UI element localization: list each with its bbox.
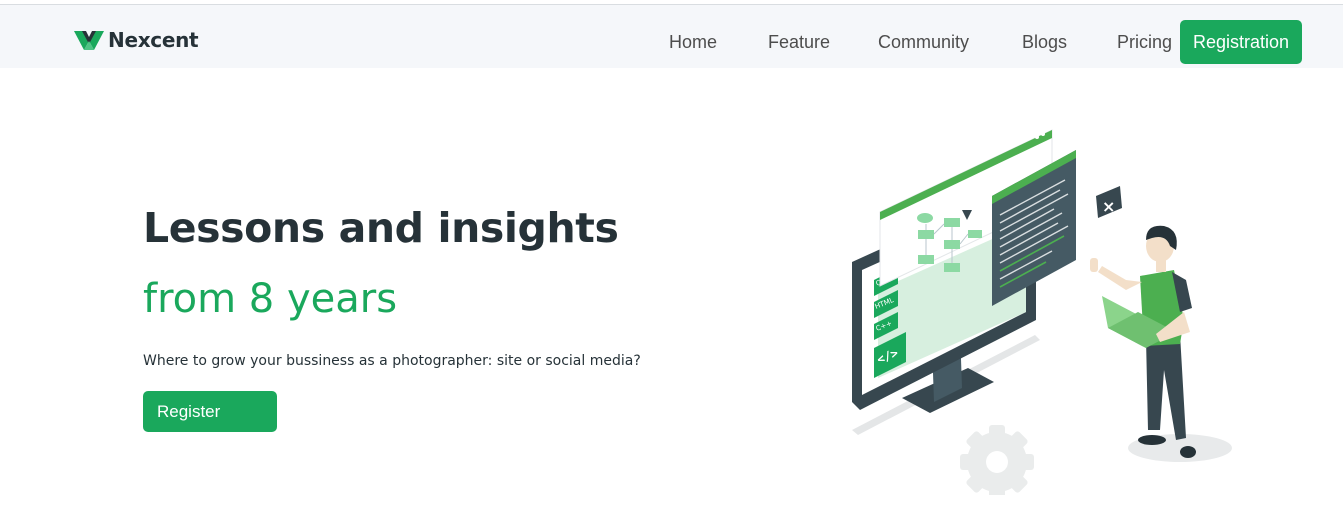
nav-pricing[interactable]: Pricing xyxy=(1117,20,1172,64)
register-button[interactable]: Register xyxy=(143,391,277,432)
svg-text:×: × xyxy=(1102,197,1115,216)
nav-feature[interactable]: Feature xyxy=(768,20,830,64)
nav-community[interactable]: Community xyxy=(878,20,969,64)
hero-title: Lessons and insights xyxy=(143,204,619,252)
person-figure xyxy=(1090,225,1196,458)
navbar: Nexcent Home Feature Community Blogs Pri… xyxy=(0,5,1343,68)
nexcent-logo-icon xyxy=(74,31,104,50)
hero-description: Where to grow your bussiness as a photog… xyxy=(143,353,641,369)
close-icon: × xyxy=(1096,186,1122,218)
brand[interactable]: Nexcent xyxy=(74,25,199,55)
hero-subtitle: from 8 years xyxy=(143,276,398,322)
developer-with-laptop-illustration: CSS HTML C++ </> xyxy=(852,129,1232,495)
nav-blogs[interactable]: Blogs xyxy=(1022,20,1067,64)
brand-name: Nexcent xyxy=(108,28,199,52)
nav-home[interactable]: Home xyxy=(669,20,717,64)
registration-button[interactable]: Registration xyxy=(1180,20,1302,64)
